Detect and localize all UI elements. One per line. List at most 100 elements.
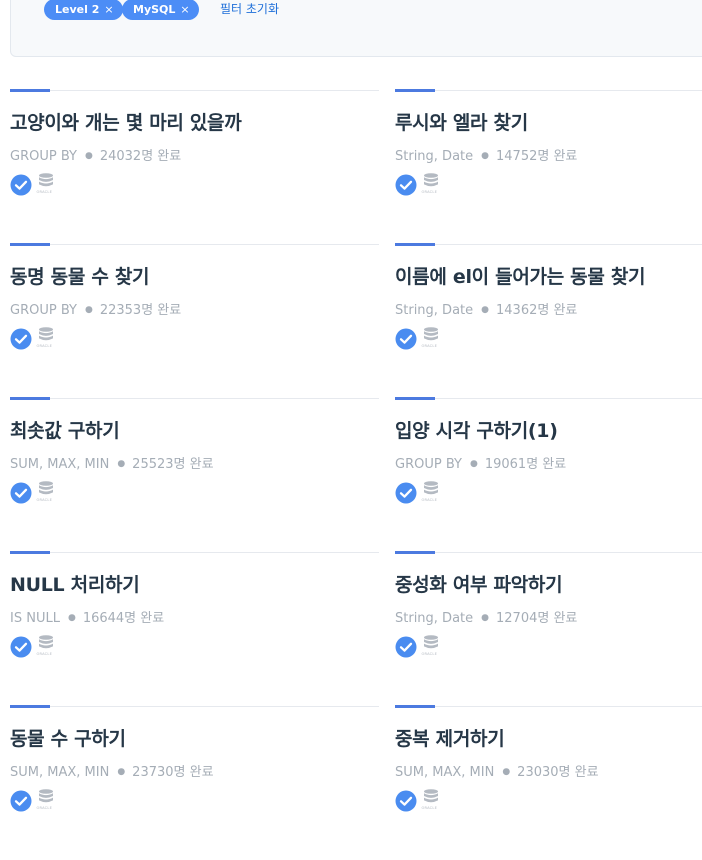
problem-title[interactable]: 동물 수 구하기 (10, 724, 126, 751)
problem-title[interactable]: 동명 동물 수 찾기 (10, 262, 150, 289)
problem-card[interactable]: NULL 처리하기 IS NULL ● 16644명 완료 ORACLE (10, 551, 379, 706)
problem-card[interactable]: 입양 시각 구하기(1) GROUP BY ● 19061명 완료 ORACLE (395, 397, 702, 552)
problem-category: GROUP BY (395, 457, 462, 472)
card-divider (395, 398, 702, 399)
problem-card[interactable]: 루시와 엘라 찾기 String, Date ● 14752명 완료 ORACLE (395, 89, 702, 244)
filter-chip-language[interactable]: MySQL × (122, 0, 199, 20)
svg-text:ORACLE: ORACLE (37, 344, 53, 348)
problem-title[interactable]: 고양이와 개는 몇 마리 있을까 (10, 108, 242, 135)
svg-text:ORACLE: ORACLE (37, 190, 53, 194)
solved-check-icon (395, 482, 417, 504)
oracle-database-icon: ORACLE (37, 173, 53, 194)
separator-dot: ● (481, 151, 489, 161)
problem-category: String, Date (395, 149, 474, 164)
reset-filters-link[interactable]: 필터 초기화 (220, 0, 279, 18)
problem-title[interactable]: 루시와 엘라 찾기 (395, 108, 528, 135)
svg-text:ORACLE: ORACLE (37, 652, 53, 656)
card-divider (395, 706, 702, 707)
oracle-database-icon: ORACLE (37, 327, 53, 348)
filter-chip-label: MySQL (133, 3, 176, 16)
filter-chip-level[interactable]: Level 2 × (44, 0, 123, 20)
completed-count: 19061명 완료 (484, 457, 567, 472)
problem-category: SUM, MAX, MIN (10, 457, 110, 472)
card-divider (395, 244, 702, 245)
solved-check-icon (10, 328, 32, 350)
card-divider (395, 90, 702, 91)
card-accent-bar (395, 705, 435, 708)
oracle-database-icon: ORACLE (37, 789, 53, 810)
separator-dot: ● (84, 305, 93, 315)
completed-count: 12704명 완료 (496, 611, 578, 626)
problem-card[interactable]: 동물 수 구하기 SUM, MAX, MIN ● 23730명 완료 ORACLE (10, 705, 379, 860)
oracle-database-icon: ORACLE (37, 481, 53, 502)
card-accent-bar (10, 705, 50, 708)
separator-dot: ● (481, 613, 489, 623)
problem-title[interactable]: 이름에 el이 들어가는 동물 찾기 (395, 262, 646, 289)
problem-card[interactable]: 이름에 el이 들어가는 동물 찾기 String, Date ● 14362명 완… (395, 243, 702, 398)
completed-count: 14362명 완료 (496, 303, 578, 318)
solved-check-icon (395, 174, 417, 196)
problem-category: GROUP BY (10, 149, 77, 164)
problem-card[interactable]: 중성화 여부 파악하기 String, Date ● 12704명 완료 ORACL… (395, 551, 702, 706)
problem-card[interactable]: 중복 제거하기 SUM, MAX, MIN ● 23030명 완료 ORACLE (395, 705, 702, 860)
problem-category: String, Date (395, 303, 474, 318)
completed-count: 22353명 완료 (99, 303, 182, 318)
completed-count: 23030명 완료 (517, 765, 599, 780)
card-accent-bar (395, 551, 435, 554)
completed-count: 14752명 완료 (496, 149, 578, 164)
problem-meta: String, Date ● 14752명 완료 (395, 145, 577, 164)
problem-meta: String, Date ● 12704명 완료 (395, 607, 577, 626)
close-icon[interactable]: × (180, 3, 189, 16)
problem-card[interactable]: 최솟값 구하기 SUM, MAX, MIN ● 25523명 완료 ORACLE (10, 397, 379, 552)
problem-title[interactable]: 중성화 여부 파악하기 (395, 570, 563, 597)
separator-dot: ● (84, 151, 93, 161)
oracle-database-icon: ORACLE (422, 327, 438, 348)
svg-text:ORACLE: ORACLE (422, 806, 438, 810)
solved-check-icon (395, 790, 417, 812)
problem-title[interactable]: 입양 시각 구하기(1) (395, 416, 558, 443)
problem-card[interactable]: 동명 동물 수 찾기 GROUP BY ● 22353명 완료 ORACLE (10, 243, 379, 398)
separator-dot: ● (502, 767, 511, 777)
card-accent-bar (395, 243, 435, 246)
problem-meta: String, Date ● 14362명 완료 (395, 299, 577, 318)
card-divider (10, 398, 379, 399)
card-divider (10, 90, 379, 91)
problem-meta: IS NULL ● 16644명 완료 (10, 607, 164, 626)
problem-title[interactable]: 최솟값 구하기 (10, 416, 120, 443)
completed-count: 16644명 완료 (82, 611, 165, 626)
problem-title[interactable]: NULL 처리하기 (10, 570, 140, 597)
svg-text:ORACLE: ORACLE (422, 344, 438, 348)
card-accent-bar (10, 397, 50, 400)
card-divider (395, 552, 702, 553)
problem-category: String, Date (395, 611, 474, 626)
oracle-database-icon: ORACLE (422, 173, 438, 194)
svg-text:ORACLE: ORACLE (422, 652, 438, 656)
problem-category: GROUP BY (10, 303, 77, 318)
problem-meta: GROUP BY ● 19061명 완료 (395, 453, 566, 472)
svg-text:ORACLE: ORACLE (37, 498, 53, 502)
separator-dot: ● (117, 767, 126, 777)
svg-text:ORACLE: ORACLE (422, 190, 438, 194)
problem-meta: SUM, MAX, MIN ● 23030명 완료 (395, 761, 599, 780)
completed-count: 24032명 완료 (99, 149, 182, 164)
oracle-database-icon: ORACLE (422, 635, 438, 656)
oracle-database-icon: ORACLE (422, 481, 438, 502)
close-icon[interactable]: × (104, 3, 113, 16)
card-divider (10, 552, 379, 553)
card-accent-bar (395, 397, 435, 400)
card-accent-bar (395, 89, 435, 92)
oracle-database-icon: ORACLE (37, 635, 53, 656)
oracle-database-icon: ORACLE (422, 789, 438, 810)
problem-meta: SUM, MAX, MIN ● 25523명 완료 (10, 453, 214, 472)
card-accent-bar (10, 89, 50, 92)
problem-card[interactable]: 고양이와 개는 몇 마리 있을까 GROUP BY ● 24032명 완료 ORAC… (10, 89, 379, 244)
filter-panel: Level 2 × MySQL × 필터 초기화 (10, 0, 702, 57)
problem-meta: GROUP BY ● 24032명 완료 (10, 145, 181, 164)
problem-title[interactable]: 중복 제거하기 (395, 724, 505, 751)
separator-dot: ● (117, 459, 126, 469)
svg-text:ORACLE: ORACLE (37, 806, 53, 810)
completed-count: 23730명 완료 (132, 765, 214, 780)
separator-dot: ● (469, 459, 478, 469)
card-accent-bar (10, 551, 50, 554)
solved-check-icon (10, 174, 32, 196)
